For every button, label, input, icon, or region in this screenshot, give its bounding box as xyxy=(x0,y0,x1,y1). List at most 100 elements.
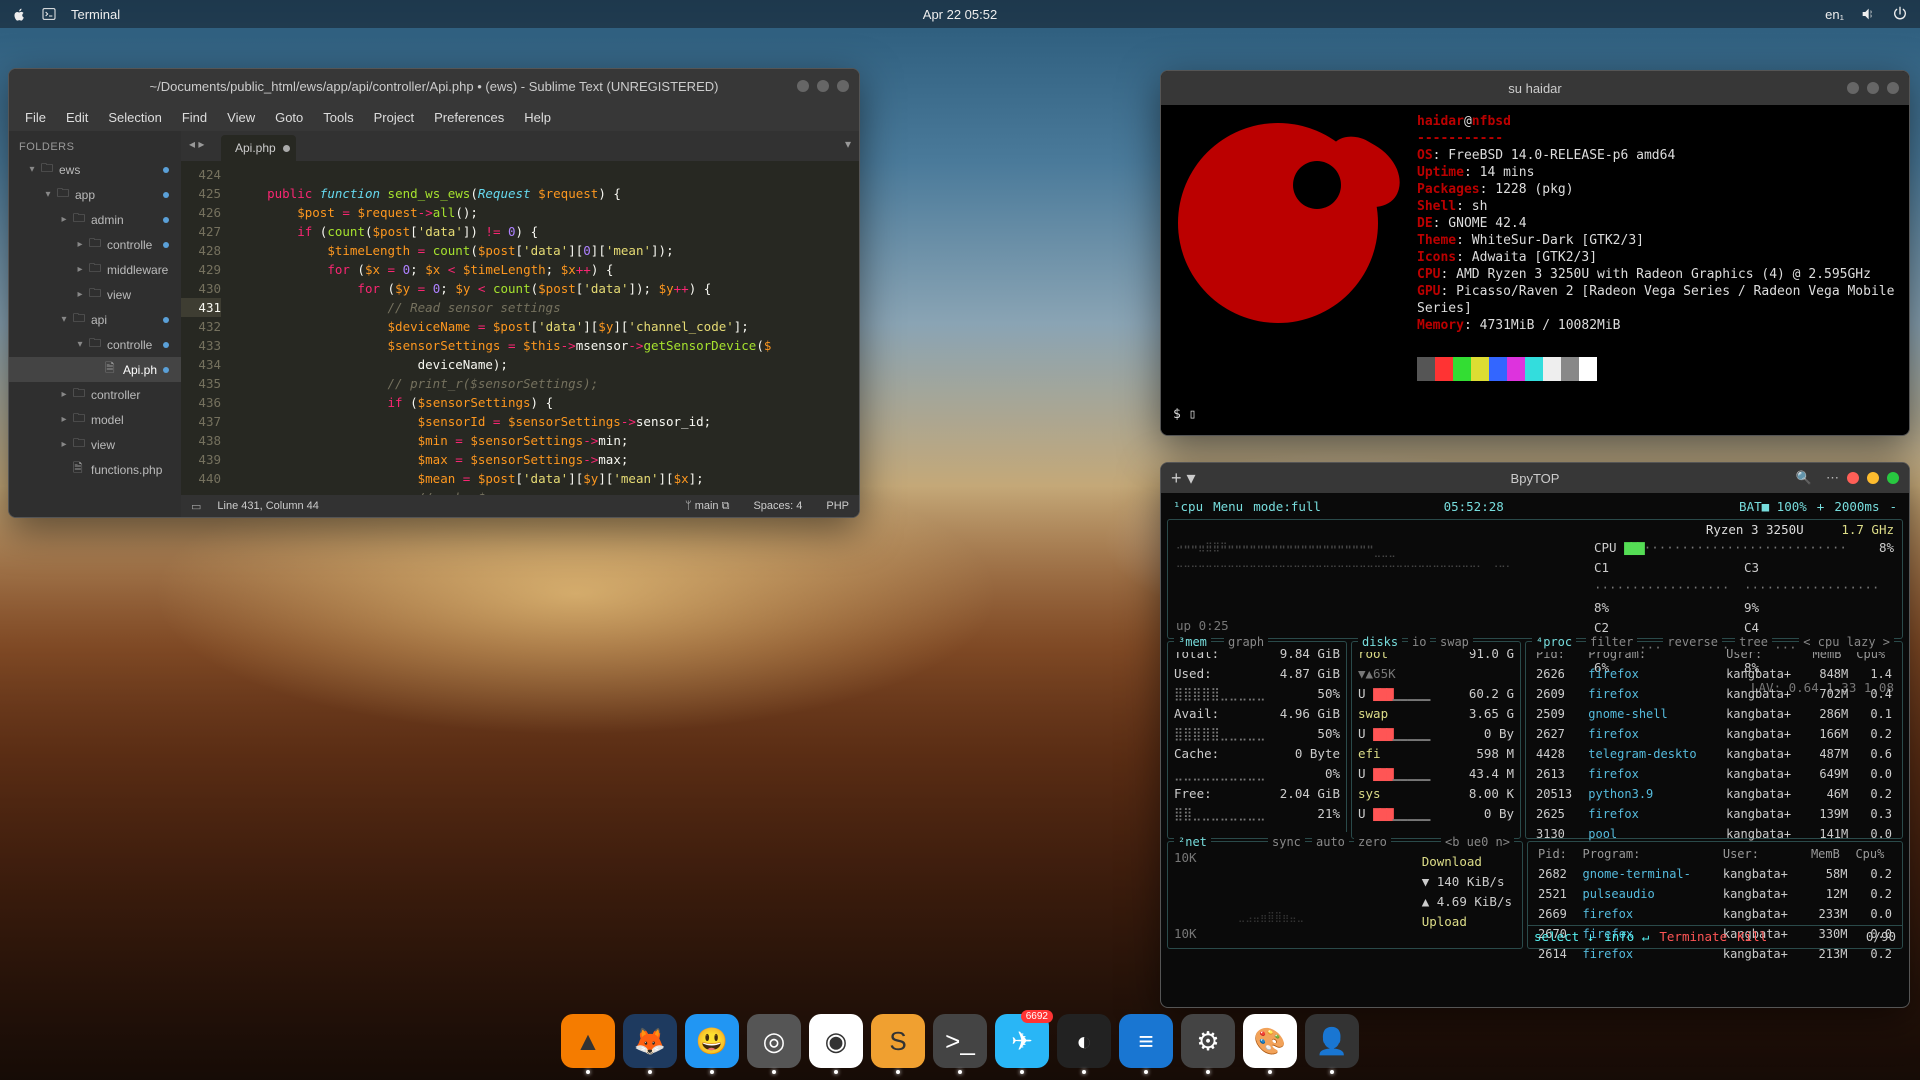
proc-row[interactable]: 20513python3.9kangbata+46M0.2 xyxy=(1532,784,1896,804)
dock-camera[interactable]: ◎ xyxy=(747,1014,801,1068)
dock-files[interactable]: 😃 xyxy=(685,1014,739,1068)
tab-dropdown-icon[interactable]: ▾ xyxy=(845,137,851,151)
terminal-content[interactable]: haidar@nfbsd-----------OS: FreeBSD 14.0-… xyxy=(1161,105,1909,435)
proc-row[interactable]: 4428telegram-desktokangbata+487M0.6 xyxy=(1532,744,1896,764)
menu-selection[interactable]: Selection xyxy=(100,108,169,127)
sidebar-header: FOLDERS xyxy=(9,137,181,157)
dock-firefox[interactable]: 🦊 xyxy=(623,1014,677,1068)
menu-goto[interactable]: Goto xyxy=(267,108,311,127)
cpu-box: Ryzen 3 3250U 1.7 GHz CPU ▇▇▇···········… xyxy=(1167,519,1903,639)
clock[interactable]: Apr 22 05:52 xyxy=(923,7,997,22)
terminal-titlebar[interactable]: su haidar xyxy=(1161,71,1909,105)
menu-find[interactable]: Find xyxy=(174,108,215,127)
console-icon[interactable]: ▭ xyxy=(191,500,201,513)
files-icon: 😃 xyxy=(696,1026,728,1057)
menu-preferences[interactable]: Preferences xyxy=(426,108,512,127)
chrome-icon: ◉ xyxy=(825,1026,848,1057)
volume-icon[interactable] xyxy=(1860,6,1876,22)
dock-vlc[interactable]: ▲ xyxy=(561,1014,615,1068)
menu-tools[interactable]: Tools xyxy=(315,108,361,127)
close-icon[interactable] xyxy=(1847,472,1859,484)
dock-color[interactable]: 🎨 xyxy=(1243,1014,1297,1068)
dock-telegram[interactable]: ✈6692 xyxy=(995,1014,1049,1068)
menu-icon[interactable]: ⋯ xyxy=(1826,470,1839,486)
net-graph: ⣀⣠⣤⣶⣿⣿⣶⣤⣀ xyxy=(1238,908,1304,928)
close-icon[interactable] xyxy=(837,80,849,92)
proc-row[interactable]: 2627firefoxkangbata+166M0.2 xyxy=(1532,724,1896,744)
folder-model[interactable]: ▸🗀model xyxy=(9,407,181,432)
cursor-pos: Line 431, Column 44 xyxy=(217,500,319,512)
onlyoffice-icon: ≡ xyxy=(1138,1026,1153,1057)
proc-row[interactable]: 2509gnome-shellkangbata+286M0.1 xyxy=(1532,704,1896,724)
close-icon[interactable] xyxy=(1887,82,1899,94)
minimize-icon[interactable] xyxy=(1847,82,1859,94)
dock-terminal[interactable]: >_ xyxy=(933,1014,987,1068)
proc-row[interactable]: 2521pulseaudiokangbata+12M0.2 xyxy=(1534,884,1896,904)
window-title: BpyTOP xyxy=(1511,471,1560,486)
minimize-icon[interactable] xyxy=(797,80,809,92)
proc-row[interactable]: 2682gnome-terminal-kangbata+58M0.2 xyxy=(1534,864,1896,884)
folder-app[interactable]: ▾🗀app xyxy=(9,182,181,207)
folder-admin[interactable]: ▸🗀admin xyxy=(9,207,181,232)
maximize-icon[interactable] xyxy=(1887,472,1899,484)
proc-row[interactable]: 2613firefoxkangbata+649M0.0 xyxy=(1532,764,1896,784)
new-tab-icon[interactable]: + ▾ xyxy=(1171,468,1196,489)
dock-onlyoffice[interactable]: ≡ xyxy=(1119,1014,1173,1068)
proc-row[interactable]: 2626firefoxkangbata+848M1.4 xyxy=(1532,664,1896,684)
code-area[interactable]: 4244254264274284294304314324334344354364… xyxy=(181,161,859,495)
proc-row[interactable]: 2669firefoxkangbata+233M0.0 xyxy=(1534,904,1896,924)
obs-icon: ◐ xyxy=(1076,1026,1092,1057)
cpu-graph: ⢀⣀⣀⣀⣤⣤⣤⣀⣀⣀⣀⣀⣀⣀⣀⣀⣀⣀⣀⣀⣀⣀⣀⣀⣀⣀⣀⠉⠉⠉⠛⠛⠛⠉⠉⠉⠉⠉⠉⠉… xyxy=(1176,538,1546,568)
color-icon: 🎨 xyxy=(1254,1026,1286,1057)
git-branch[interactable]: ᛘ main ⧉ xyxy=(685,500,729,513)
folder-ews[interactable]: ▾🗀ews xyxy=(9,157,181,182)
sidebar[interactable]: FOLDERS ▾🗀ews▾🗀app▸🗀admin▸🗀controlle▸🗀mi… xyxy=(9,131,181,517)
modified-dot-icon xyxy=(283,145,290,152)
folder-api[interactable]: ▾🗀api xyxy=(9,307,181,332)
editor-pane: ◂ ▸ Api.php ▾ 42442542642742842943043143… xyxy=(181,131,859,517)
tab-active[interactable]: Api.php xyxy=(221,135,296,161)
camera-icon: ◎ xyxy=(763,1026,786,1057)
folder-view[interactable]: ▸🗀view xyxy=(9,282,181,307)
menu-view[interactable]: View xyxy=(219,108,263,127)
search-icon[interactable]: 🔍 xyxy=(1796,470,1812,486)
active-app-name[interactable]: Terminal xyxy=(71,7,120,22)
apple-menu-icon[interactable] xyxy=(12,7,27,22)
file-functions.php[interactable]: 🗎functions.php xyxy=(9,457,181,482)
sublime-titlebar[interactable]: ~/Documents/public_html/ews/app/api/cont… xyxy=(9,69,859,103)
tab-label: Api.php xyxy=(235,141,276,155)
telegram-icon: ✈ xyxy=(1011,1026,1033,1057)
dock-term2[interactable]: 👤 xyxy=(1305,1014,1359,1068)
folder-controlle[interactable]: ▾🗀controlle xyxy=(9,332,181,357)
menu-edit[interactable]: Edit xyxy=(58,108,96,127)
dock-settings[interactable]: ⚙ xyxy=(1181,1014,1235,1068)
proc-row[interactable]: 2609firefoxkangbata+702M0.4 xyxy=(1532,684,1896,704)
menu-project[interactable]: Project xyxy=(366,108,422,127)
indent[interactable]: Spaces: 4 xyxy=(753,500,802,513)
folder-controller[interactable]: ▸🗀controller xyxy=(9,382,181,407)
terminal-app-icon[interactable] xyxy=(41,6,57,22)
menu-help[interactable]: Help xyxy=(516,108,559,127)
dock-sublime[interactable]: S xyxy=(871,1014,925,1068)
minimize-icon[interactable] xyxy=(1867,472,1879,484)
folder-view[interactable]: ▸🗀view xyxy=(9,432,181,457)
window-controls xyxy=(797,80,849,92)
folder-middleware[interactable]: ▸🗀middleware xyxy=(9,257,181,282)
proc-box-cont: Pid:Program:User:MemBCpu%2682gnome-termi… xyxy=(1527,841,1903,949)
tab-nav-icons[interactable]: ◂ ▸ xyxy=(189,137,204,151)
folder-controlle[interactable]: ▸🗀controlle xyxy=(9,232,181,257)
shell-prompt[interactable]: $ ▯ xyxy=(1173,406,1196,423)
syntax[interactable]: PHP xyxy=(826,500,849,513)
proc-row[interactable]: 2625firefoxkangbata+139M0.3 xyxy=(1532,804,1896,824)
input-lang[interactable]: en₁ xyxy=(1825,7,1844,22)
maximize-icon[interactable] xyxy=(1867,82,1879,94)
power-icon[interactable] xyxy=(1892,6,1908,22)
freebsd-logo-icon xyxy=(1173,113,1403,343)
bpytop-titlebar[interactable]: + ▾ BpyTOP 🔍 ⋯ xyxy=(1161,463,1909,493)
dock-obs[interactable]: ◐ xyxy=(1057,1014,1111,1068)
bpytop-content[interactable]: ¹cpu Menu mode:full 05:52:28 BAT■ 100% +… xyxy=(1161,493,1909,1007)
file-Api.ph[interactable]: 🗎Api.ph xyxy=(9,357,181,382)
maximize-icon[interactable] xyxy=(817,80,829,92)
dock-chrome[interactable]: ◉ xyxy=(809,1014,863,1068)
menu-file[interactable]: File xyxy=(17,108,54,127)
